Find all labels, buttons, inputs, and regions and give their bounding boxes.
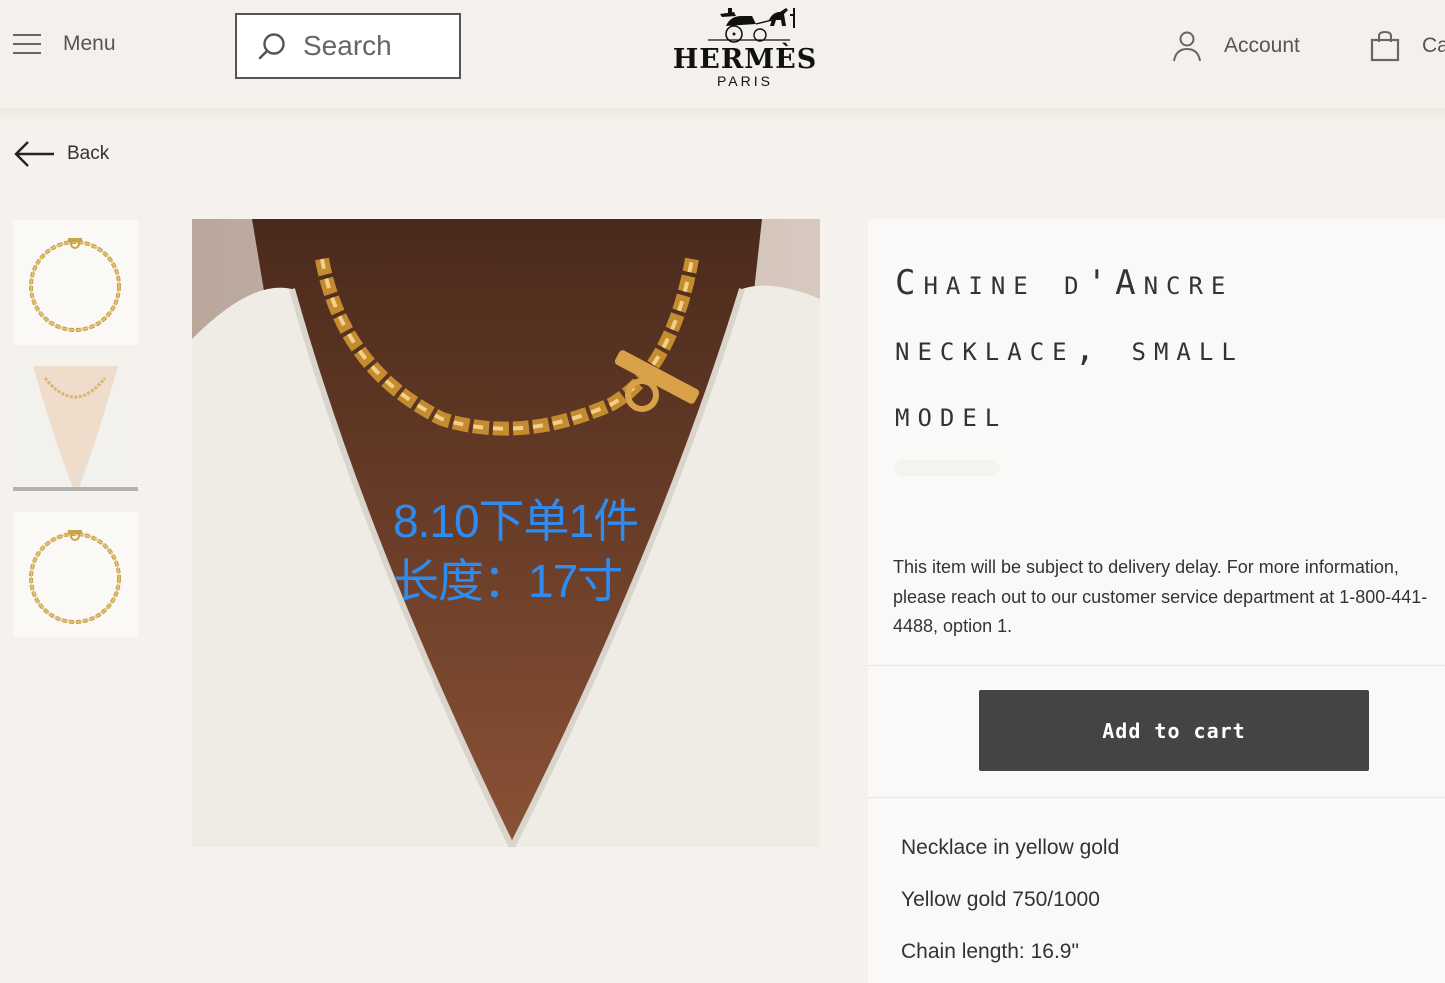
carriage-logo-icon xyxy=(708,8,795,43)
logo-brand-text: HERMÈS xyxy=(672,44,818,75)
account-label: Account xyxy=(1224,34,1300,57)
overlay-order-note: 8.10下单1件 xyxy=(393,495,639,547)
search-icon xyxy=(258,33,285,60)
logo-city-text: PARIS xyxy=(717,73,773,89)
account-link[interactable]: Account xyxy=(1172,30,1300,62)
overlay-length-note: 长度：17寸 xyxy=(393,555,623,607)
brand-logo[interactable]: HERMÈS PARIS xyxy=(670,4,820,90)
thumbnail-3[interactable] xyxy=(13,512,138,637)
header-shadow xyxy=(0,108,1445,122)
product-title-line: model xyxy=(895,395,1008,435)
necklace-flat-image xyxy=(29,530,121,624)
product-title-line: Chaine d'Ancre xyxy=(895,263,1234,303)
menu-label: Menu xyxy=(63,32,116,55)
search-box[interactable] xyxy=(235,13,461,79)
thumbnail-2[interactable] xyxy=(13,366,138,491)
product-detail-item: Necklace in yellow gold xyxy=(901,836,1120,859)
shopping-bag-icon xyxy=(1370,30,1400,62)
price-placeholder xyxy=(895,460,1000,476)
user-icon xyxy=(1173,31,1201,62)
necklace-flat-image xyxy=(29,238,121,332)
cart-label: Ca xyxy=(1422,34,1445,57)
product-title: Chaine d'Ancre necklace, small model xyxy=(895,250,1415,448)
delivery-notice: This item will be subject to delivery de… xyxy=(893,557,1428,636)
back-label: Back xyxy=(67,143,110,164)
product-detail-item: Yellow gold 750/1000 xyxy=(901,888,1100,911)
necklace-worn-image xyxy=(13,366,138,487)
back-link[interactable]: Back xyxy=(13,140,109,168)
product-title-line: necklace, small xyxy=(895,329,1244,369)
search-input[interactable] xyxy=(303,30,453,62)
product-detail-item: Chain length: 16.9" xyxy=(901,940,1079,963)
arrow-left-icon xyxy=(14,141,54,167)
divider xyxy=(868,797,1445,798)
cart-link[interactable]: Ca xyxy=(1370,30,1445,62)
menu-button[interactable]: Menu xyxy=(13,32,116,56)
site-header: Menu HERMÈS PARIS Account xyxy=(0,0,1445,108)
hamburger-icon xyxy=(13,32,41,56)
add-to-cart-button[interactable]: Add to cart xyxy=(979,690,1369,771)
divider xyxy=(868,665,1445,666)
thumbnail-1[interactable] xyxy=(13,220,138,345)
